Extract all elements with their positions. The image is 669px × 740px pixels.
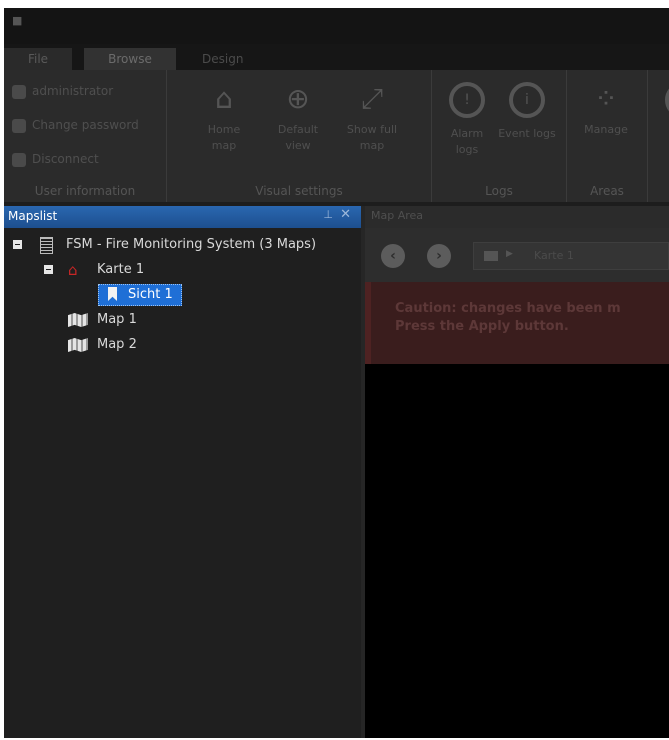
tree-node-label: Sicht 1 xyxy=(128,287,173,302)
caution-banner: Caution: changes have been m Press the A… xyxy=(365,282,669,364)
tree-node-map2[interactable]: Map 2 xyxy=(4,334,204,356)
collapse-icon[interactable] xyxy=(13,240,22,249)
map-area-panel: Map Area ‹ › ▶ Karte 1 Caution: changes … xyxy=(365,206,669,738)
title-bar: ■ xyxy=(4,8,669,44)
logs-group: ! Alarm logs i Event logs Logs xyxy=(432,70,567,202)
map-navigation-bar: ‹ › ▶ Karte 1 xyxy=(365,228,669,282)
change-password-label: Change password xyxy=(32,118,139,132)
key-icon xyxy=(12,118,26,133)
visual-settings-group: ⌂ Home map ⊕ Default view ⤢ Show full map V… xyxy=(167,70,432,202)
event-log-icon: i xyxy=(509,82,545,118)
forward-arrow-icon[interactable]: › xyxy=(427,244,451,268)
caution-message: Caution: changes have been m Press the A… xyxy=(395,300,621,336)
group-title: Logs xyxy=(485,184,513,198)
show-full-map-button[interactable]: ⤢ Show full map xyxy=(343,82,401,154)
tab-file[interactable]: File xyxy=(4,48,72,70)
change-password-button[interactable]: Change password xyxy=(12,116,139,134)
breadcrumb-item: Karte 1 xyxy=(534,249,574,262)
show-full-map-label: Show full map xyxy=(346,123,398,152)
tree-node-root[interactable]: FSM - Fire Monitoring System (3 Maps) xyxy=(4,234,354,256)
tree-node-label: Karte 1 xyxy=(97,262,145,277)
user-icon xyxy=(12,84,26,99)
zoom-icon: ⊕ xyxy=(286,82,310,115)
home-icon: ⌂ xyxy=(68,261,78,279)
tree-node-label: FSM - Fire Monitoring System (3 Maps) xyxy=(66,237,317,252)
disconnect-label: Disconnect xyxy=(32,152,99,166)
map-icon xyxy=(484,251,498,261)
user-name: administrator xyxy=(12,82,113,100)
tree-node-label: Map 2 xyxy=(97,337,137,352)
expand-icon: ⤢ xyxy=(360,82,384,115)
default-view-label: Default view xyxy=(277,123,319,152)
user-information-group: administrator Change password Disconnect… xyxy=(4,70,167,202)
panel-title: Mapslist xyxy=(8,209,58,223)
ribbon-tabs: File Browse Design xyxy=(4,44,669,70)
tab-browse[interactable]: Browse xyxy=(84,48,176,70)
event-logs-button[interactable]: i Event logs xyxy=(498,82,556,142)
areas-group: ⁘ Manage Areas xyxy=(567,70,648,202)
group-title: Areas xyxy=(590,184,624,198)
back-arrow-icon[interactable]: ‹ xyxy=(381,244,405,268)
tree-node-label: Map 1 xyxy=(97,312,137,327)
manage-button[interactable]: ⁘ Manage xyxy=(577,82,635,138)
chevron-right-icon: ▶ xyxy=(506,249,513,259)
user-name-label: administrator xyxy=(32,84,114,98)
overflow-ribbon-button[interactable] xyxy=(654,82,669,126)
alarm-logs-button[interactable]: ! Alarm logs xyxy=(438,82,496,158)
map-area-header: Map Area xyxy=(365,206,669,228)
pin-icon[interactable]: ⊥ xyxy=(323,208,333,221)
tab-design[interactable]: Design xyxy=(184,48,261,70)
quick-access-icon[interactable]: ■ xyxy=(12,14,24,27)
event-logs-label: Event logs xyxy=(498,127,556,140)
app-window: ■ File Browse Design administrator Chang… xyxy=(4,8,669,738)
overflow-icon xyxy=(665,82,669,118)
panel-header: Mapslist ⊥ ✕ xyxy=(4,206,361,228)
default-view-button[interactable]: ⊕ Default view xyxy=(269,82,327,154)
home-map-label: Home map xyxy=(207,123,241,152)
caution-line-2: Press the Apply button. xyxy=(395,319,569,334)
close-icon[interactable]: ✕ xyxy=(340,207,351,222)
map-icon xyxy=(68,338,88,352)
disconnect-button[interactable]: Disconnect xyxy=(12,150,99,168)
tree-node-map1[interactable]: Map 1 xyxy=(4,309,204,331)
alarm-logs-label: Alarm logs xyxy=(450,127,484,156)
disconnect-icon xyxy=(12,152,26,167)
caution-line-1: Caution: changes have been m xyxy=(395,301,621,316)
ribbon: administrator Change password Disconnect… xyxy=(4,70,669,202)
maps-list-panel: Mapslist ⊥ ✕ FSM - Fire Monitoring Syste… xyxy=(4,206,365,738)
breadcrumb[interactable]: ▶ Karte 1 xyxy=(473,242,669,270)
collapse-icon[interactable] xyxy=(44,265,53,274)
areas-icon: ⁘ xyxy=(594,82,618,115)
manage-label: Manage xyxy=(584,123,628,136)
tree-node-sicht[interactable]: Sicht 1 xyxy=(4,284,204,306)
home-icon: ⌂ xyxy=(215,82,233,115)
home-map-button[interactable]: ⌂ Home map xyxy=(195,82,253,154)
map-icon xyxy=(68,313,88,327)
group-title: Visual settings xyxy=(255,184,343,198)
alarm-log-icon: ! xyxy=(449,82,485,118)
server-icon xyxy=(40,237,53,254)
group-title: User information xyxy=(34,184,136,198)
tree-node-karte[interactable]: ⌂ Karte 1 xyxy=(4,259,204,281)
map-canvas[interactable] xyxy=(365,364,669,738)
map-area-title: Map Area xyxy=(371,209,424,222)
